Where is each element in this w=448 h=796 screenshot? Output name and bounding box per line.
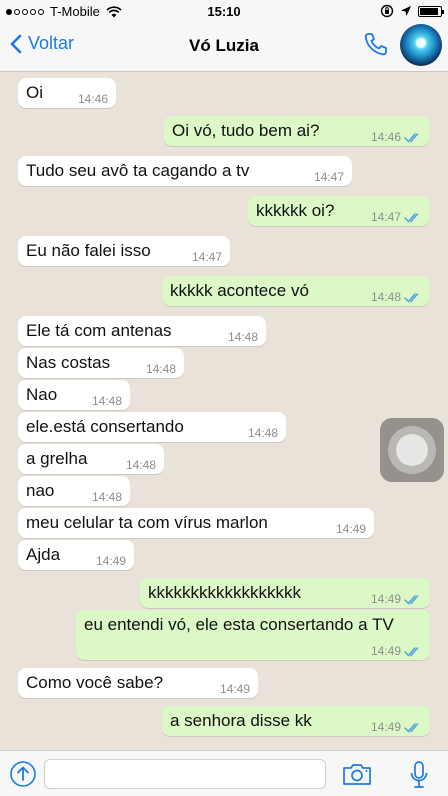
message-time: 14:48 — [227, 330, 258, 344]
read-receipt-icon — [404, 212, 419, 223]
message-meta: 14:46 — [371, 130, 422, 144]
message-text: kkkkkkkkkkkkkkkkkk — [148, 583, 301, 602]
message-text: kkkkkk oi? — [256, 201, 335, 220]
incoming-message[interactable]: Nao 14:48 — [18, 380, 130, 410]
top-bar: T-Mobile 15:10 Voltar Vó Luzia — [0, 0, 448, 72]
incoming-message[interactable]: Tudo seu avô ta cagando a tv 14:47 — [18, 156, 352, 186]
message-text: Ele tá com antenas — [26, 321, 172, 340]
outgoing-message[interactable]: kkkkkk oi? 14:47 — [248, 196, 430, 226]
read-receipt-icon — [404, 292, 419, 303]
phone-icon[interactable] — [362, 30, 390, 58]
status-bar: T-Mobile 15:10 — [0, 0, 448, 22]
message-meta: 14:48 — [371, 290, 422, 304]
chat-header: Voltar Vó Luzia — [0, 22, 448, 72]
input-bar — [0, 750, 448, 796]
message-meta: 14:48 — [146, 362, 176, 376]
message-text: a senhora disse kk — [170, 711, 312, 730]
message-meta: 14:48 — [92, 394, 122, 408]
message-meta: 14:48 — [248, 426, 278, 440]
message-time: 14:46 — [77, 92, 108, 106]
message-time: 14:46 — [370, 130, 401, 144]
message-meta: 14:49 — [336, 522, 366, 536]
incoming-message[interactable]: Como você sabe? 14:49 — [18, 668, 258, 698]
message-meta: 14:49 — [96, 554, 126, 568]
message-meta: 14:49 — [371, 644, 422, 658]
message-input[interactable] — [44, 759, 326, 789]
outgoing-message[interactable]: a senhora disse kk 14:49 — [162, 706, 430, 736]
chat-messages[interactable]: Oi 14:46 Oi vó, tudo bem ai? 14:46 Tudo seu … — [0, 72, 448, 750]
incoming-message[interactable]: a grelha 14:48 — [18, 444, 164, 474]
message-text: nao — [26, 481, 55, 500]
incoming-message[interactable]: Oi 14:46 — [18, 78, 116, 108]
incoming-message[interactable]: ele.está consertando 14:48 — [18, 412, 286, 442]
microphone-icon[interactable] — [409, 760, 429, 790]
location-arrow-icon — [401, 6, 411, 16]
message-time: 14:49 — [370, 720, 401, 734]
message-time: 14:47 — [370, 210, 401, 224]
message-time: 14:49 — [95, 554, 126, 568]
message-text: a grelha — [26, 449, 88, 468]
outgoing-message[interactable]: kkkkkkkkkkkkkkkkkk 14:49 — [140, 578, 430, 608]
read-receipt-icon — [404, 594, 419, 605]
message-text: Ajda — [26, 545, 61, 564]
message-time: 14:48 — [125, 458, 156, 472]
message-text: ele.está consertando — [26, 417, 184, 436]
message-time: 14:48 — [370, 290, 401, 304]
message-meta: 14:46 — [78, 92, 108, 106]
share-upload-icon[interactable] — [9, 760, 37, 788]
outgoing-message[interactable]: eu entendi vó, ele esta consertando a TV… — [76, 610, 430, 660]
orientation-lock-icon — [380, 4, 394, 18]
message-time: 14:49 — [219, 682, 250, 696]
message-meta: 14:49 — [371, 592, 422, 606]
message-time: 14:49 — [370, 592, 401, 606]
message-time: 14:49 — [335, 522, 366, 536]
message-meta: 14:47 — [314, 170, 344, 184]
message-time: 14:48 — [91, 394, 122, 408]
message-time: 14:48 — [91, 490, 122, 504]
message-text: Nao — [26, 385, 58, 404]
incoming-message[interactable]: Eu não falei isso 14:47 — [18, 236, 230, 266]
incoming-message[interactable]: Nas costas 14:48 — [18, 348, 184, 378]
message-text: Eu não falei isso — [26, 241, 151, 260]
message-meta: 14:48 — [92, 490, 122, 504]
assistive-touch-icon[interactable] — [380, 418, 444, 482]
message-text: Nas costas — [26, 353, 111, 372]
contact-avatar[interactable] — [400, 24, 442, 66]
camera-icon[interactable] — [342, 762, 372, 786]
message-time: 14:48 — [145, 362, 176, 376]
message-text: meu celular ta com vírus marlon — [26, 513, 268, 532]
message-meta: 14:49 — [220, 682, 250, 696]
message-text: eu entendi vó, ele esta consertando a TV — [84, 615, 394, 634]
read-receipt-icon — [404, 132, 419, 143]
message-meta: 14:47 — [192, 250, 222, 264]
message-meta: 14:49 — [371, 720, 422, 734]
read-receipt-icon — [404, 722, 419, 733]
message-time: 14:47 — [313, 170, 344, 184]
message-time: 14:49 — [370, 644, 401, 658]
message-meta: 14:48 — [228, 330, 258, 344]
message-time: 14:48 — [247, 426, 278, 440]
status-right — [380, 4, 444, 18]
message-time: 14:47 — [191, 250, 222, 264]
read-receipt-icon — [404, 646, 419, 657]
incoming-message[interactable]: Ele tá com antenas 14:48 — [18, 316, 266, 346]
message-text: Tudo seu avô ta cagando a tv — [26, 161, 250, 180]
incoming-message[interactable]: nao 14:48 — [18, 476, 130, 506]
outgoing-message[interactable]: kkkkk acontece vó 14:48 — [162, 276, 430, 306]
message-meta: 14:48 — [126, 458, 156, 472]
outgoing-message[interactable]: Oi vó, tudo bem ai? 14:46 — [164, 116, 430, 146]
battery-icon — [418, 5, 444, 17]
incoming-message[interactable]: meu celular ta com vírus marlon 14:49 — [18, 508, 374, 538]
message-text: Oi — [26, 83, 43, 102]
message-text: kkkkk acontece vó — [170, 281, 309, 300]
message-text: Oi vó, tudo bem ai? — [172, 121, 320, 140]
message-meta: 14:47 — [371, 210, 422, 224]
incoming-message[interactable]: Ajda 14:49 — [18, 540, 134, 570]
message-text: Como você sabe? — [26, 673, 164, 692]
